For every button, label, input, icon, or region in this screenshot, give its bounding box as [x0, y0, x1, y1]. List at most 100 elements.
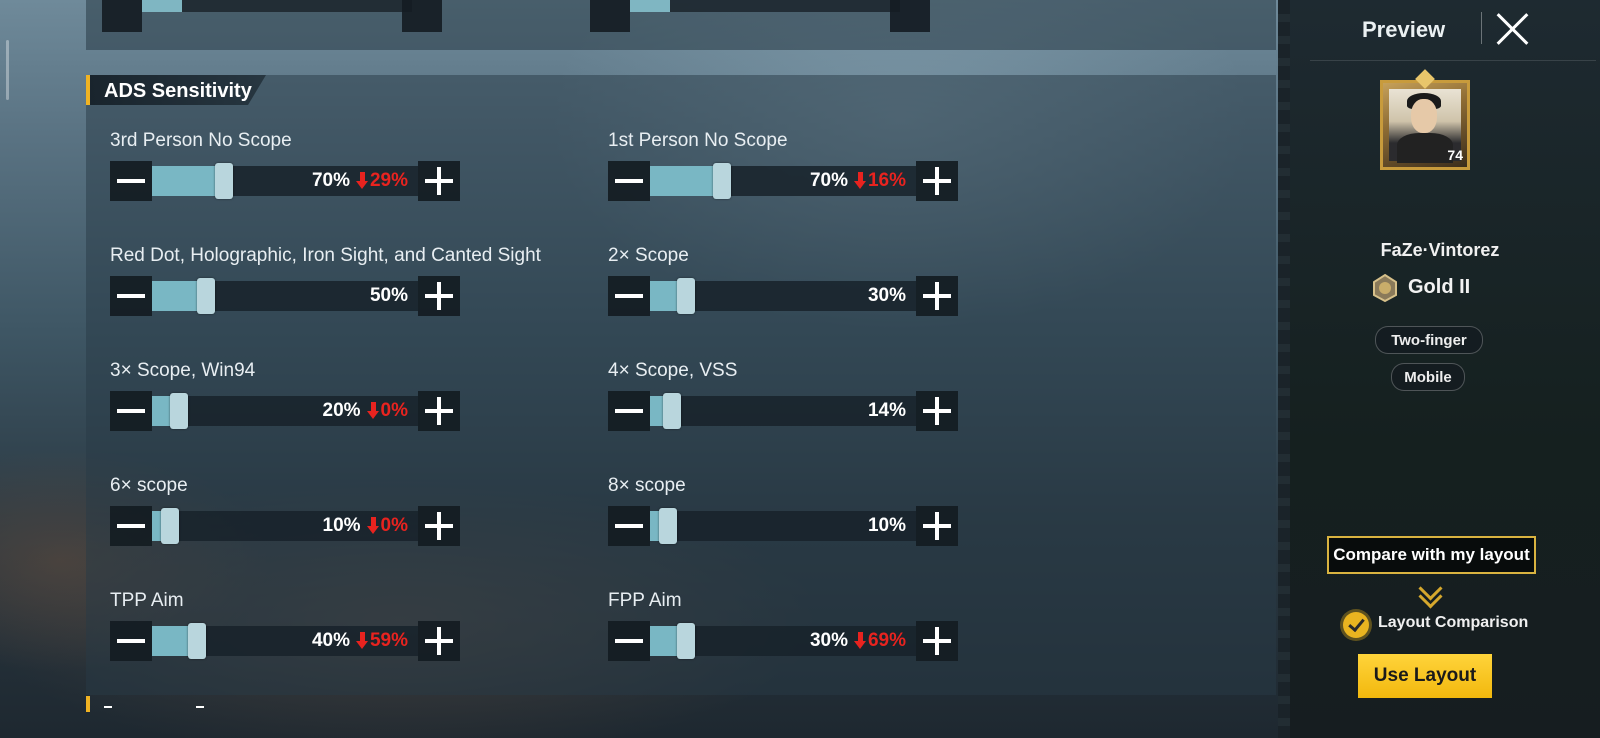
- setting-value: 70% 29%: [312, 170, 408, 192]
- plus-button[interactable]: [916, 506, 958, 546]
- setting-label: 8× scope: [608, 475, 686, 496]
- slider-thumb[interactable]: [197, 278, 215, 314]
- slider-thumb[interactable]: [677, 623, 695, 659]
- minus-button[interactable]: [110, 621, 152, 661]
- minus-icon: [615, 639, 643, 643]
- sensitivity-setting: 3rd Person No Scope 70% 29%: [110, 130, 460, 210]
- minus-icon: [117, 639, 145, 643]
- plus-icon-bar: [935, 512, 939, 540]
- slider-control: 10% 0%: [110, 506, 460, 546]
- minus-icon: [117, 409, 145, 413]
- plus-button[interactable]: [890, 0, 930, 32]
- value-text: 30%: [867, 285, 906, 306]
- slider-thumb[interactable]: [663, 393, 681, 429]
- slider-control: 14%: [608, 391, 958, 431]
- slider-control: 50%: [110, 276, 460, 316]
- plus-button[interactable]: [418, 391, 460, 431]
- minus-button[interactable]: [608, 276, 650, 316]
- plus-button[interactable]: [916, 276, 958, 316]
- sensitivity-setting: Red Dot, Holographic, Iron Sight, and Ca…: [110, 245, 541, 325]
- setting-label: TPP Aim: [110, 590, 184, 611]
- scroll-indicator[interactable]: [6, 40, 9, 100]
- setting-value: 10%: [868, 515, 906, 537]
- value-text: 10%: [322, 515, 361, 536]
- setting-label: 1st Person No Scope: [608, 130, 788, 151]
- minus-button[interactable]: [608, 506, 650, 546]
- avatar-level: 74: [1447, 147, 1463, 163]
- compare-layout-button[interactable]: Compare with my layout: [1327, 536, 1536, 574]
- slider-thumb[interactable]: [188, 623, 206, 659]
- use-layout-button[interactable]: Use Layout: [1358, 654, 1492, 698]
- header-divider: [1481, 12, 1482, 44]
- slider-fill: [142, 0, 182, 12]
- delta-text: 69%: [867, 630, 906, 651]
- value-text: 20%: [322, 400, 361, 421]
- minus-button[interactable]: [608, 391, 650, 431]
- plus-button[interactable]: [418, 506, 460, 546]
- minus-button[interactable]: [110, 276, 152, 316]
- setting-value: 70% 16%: [810, 170, 906, 192]
- avatar-body: [1397, 133, 1453, 163]
- plus-button[interactable]: [402, 0, 442, 32]
- slider-thumb[interactable]: [170, 393, 188, 429]
- minus-button[interactable]: [110, 506, 152, 546]
- sensitivity-setting: 8× scope 10%: [608, 475, 958, 555]
- plus-button[interactable]: [418, 161, 460, 201]
- minus-button[interactable]: [110, 391, 152, 431]
- setting-label: 3rd Person No Scope: [110, 130, 292, 151]
- plus-button[interactable]: [418, 621, 460, 661]
- minus-button[interactable]: [590, 0, 630, 32]
- value-text: 10%: [867, 515, 906, 536]
- minus-button[interactable]: [608, 621, 650, 661]
- control-mode-pill: Two-finger: [1375, 326, 1483, 354]
- section-title: ADS Sensitivity: [104, 80, 252, 102]
- setting-label: 2× Scope: [608, 245, 689, 266]
- plus-icon-bar: [935, 282, 939, 310]
- header-divider-line: [1310, 60, 1596, 61]
- avatar[interactable]: 74: [1380, 80, 1470, 170]
- close-icon[interactable]: [1494, 10, 1532, 48]
- next-section-dash: [196, 706, 204, 708]
- slider-track[interactable]: [630, 0, 900, 12]
- minus-button[interactable]: [110, 161, 152, 201]
- avatar-face: [1411, 99, 1437, 133]
- setting-label: FPP Aim: [608, 590, 682, 611]
- plus-button[interactable]: [916, 161, 958, 201]
- player-name: FaZe·Vintorez: [1380, 240, 1500, 260]
- setting-value: 50%: [370, 285, 408, 307]
- preview-title: Preview: [1362, 17, 1446, 42]
- minus-icon: [615, 524, 643, 528]
- sensitivity-setting: 1st Person No Scope 70% 16%: [608, 130, 958, 210]
- setting-label: Red Dot, Holographic, Iron Sight, and Ca…: [110, 245, 541, 266]
- slider-thumb[interactable]: [659, 508, 677, 544]
- minus-icon: [615, 179, 643, 183]
- plus-button[interactable]: [916, 621, 958, 661]
- decrease-arrow-icon: [366, 402, 379, 420]
- plus-button[interactable]: [916, 391, 958, 431]
- plus-button[interactable]: [418, 276, 460, 316]
- slider-control: 30%: [608, 276, 958, 316]
- slider-thumb[interactable]: [713, 163, 731, 199]
- slider-thumb[interactable]: [161, 508, 179, 544]
- section-accent: [86, 75, 90, 105]
- delta-text: 0%: [380, 515, 408, 536]
- slider-track[interactable]: [142, 0, 412, 12]
- slider-thumb[interactable]: [215, 163, 233, 199]
- sensitivity-setting: TPP Aim 40% 59%: [110, 590, 460, 670]
- value-text: 70%: [311, 170, 350, 191]
- slider-control: 70% 16%: [608, 161, 958, 201]
- minus-button[interactable]: [102, 0, 142, 32]
- slider-thumb[interactable]: [677, 278, 695, 314]
- setting-label: 3× Scope, Win94: [110, 360, 256, 381]
- value-text: 14%: [867, 400, 906, 421]
- slider-fill: [650, 166, 722, 196]
- plus-icon-bar: [437, 627, 441, 655]
- check-icon[interactable]: [1343, 612, 1369, 638]
- sensitivity-setting: FPP Aim 30% 69%: [608, 590, 958, 670]
- value-text: 30%: [809, 630, 848, 651]
- plus-icon-bar: [437, 512, 441, 540]
- plus-icon-bar: [935, 397, 939, 425]
- next-section-accent: [86, 696, 90, 712]
- setting-value: 30%: [868, 285, 906, 307]
- minus-button[interactable]: [608, 161, 650, 201]
